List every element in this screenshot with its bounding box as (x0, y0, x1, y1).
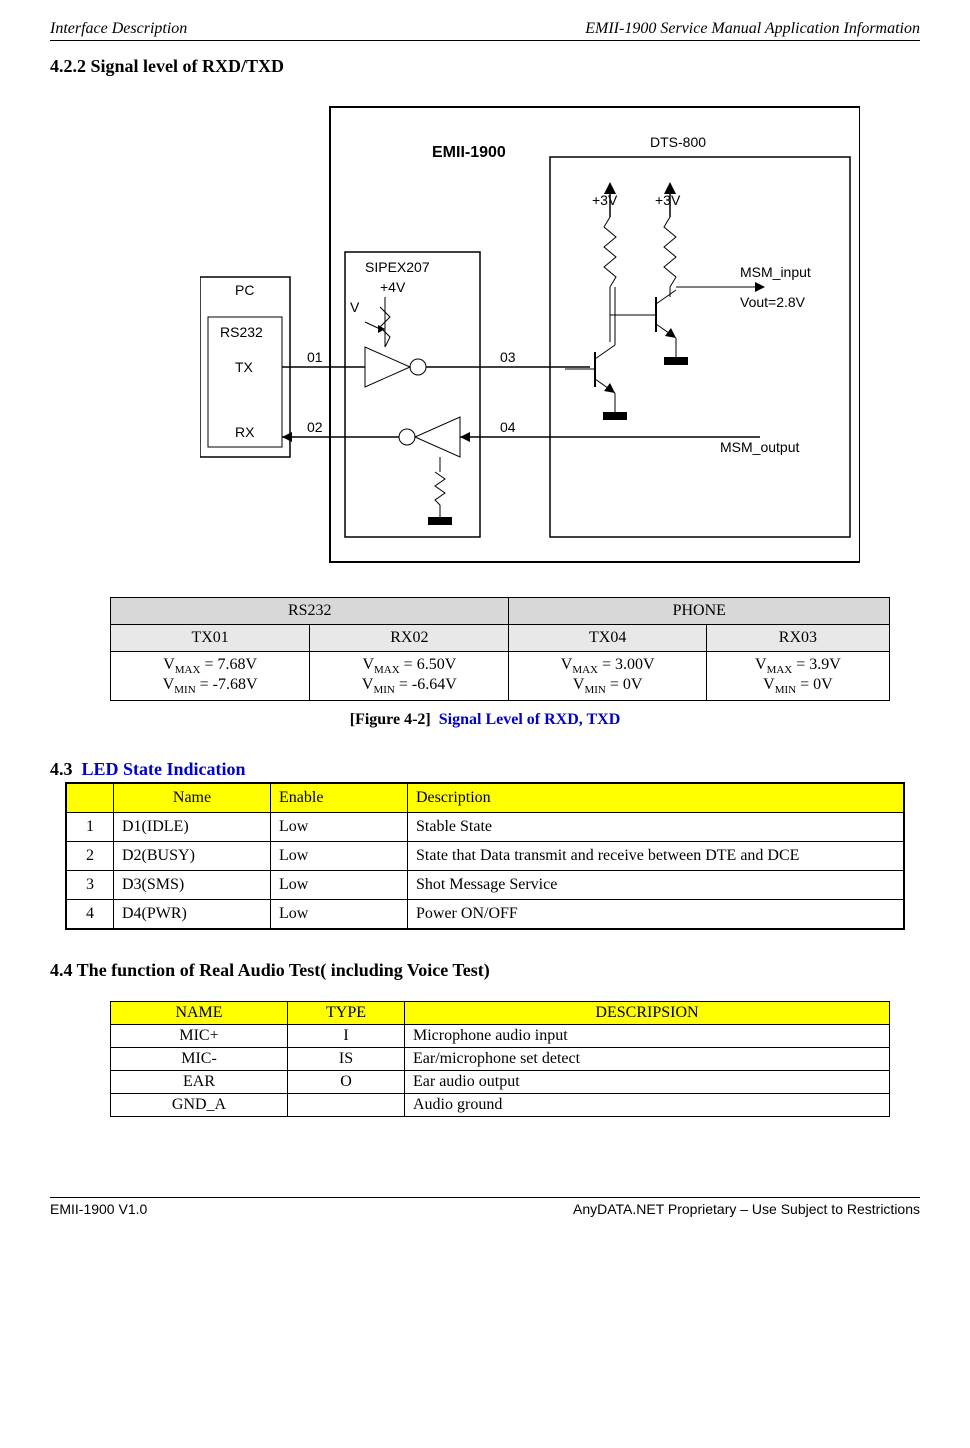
msm-output: MSM_output (720, 439, 799, 455)
emii-label: EMII-1900 (432, 144, 506, 161)
led-hdr-blank (66, 783, 114, 813)
wire-03: 03 (500, 349, 516, 365)
sipex-voltage: +4V (380, 279, 406, 295)
audio-hdr-desc: DESCRIPSION (405, 1002, 890, 1025)
signal-diagram: EMII-1900 PC RS232 TX RX SIPEX207 +4V V (200, 97, 920, 567)
table-row: MIC- IS Ear/microphone set detect (111, 1048, 890, 1071)
table-row: EAR O Ear audio output (111, 1071, 890, 1094)
tx04-values: VMAX = 3.00V VMIN = 0V (509, 652, 706, 701)
table-row: 2 D2(BUSY) Low State that Data transmit … (66, 842, 904, 871)
signal-level-table: RS232 PHONE TX01 RX02 TX04 RX03 VMAX = 7… (110, 597, 890, 701)
rx03-values: VMAX = 3.9V VMIN = 0V (706, 652, 889, 701)
hdr-phone: PHONE (509, 598, 890, 625)
hdr-rx03: RX03 (706, 625, 889, 652)
hdr-tx04: TX04 (509, 625, 706, 652)
v3-right: +3V (655, 192, 681, 208)
hdr-rx02: RX02 (310, 625, 509, 652)
vout: Vout=2.8V (740, 294, 806, 310)
led-hdr-enable: Enable (271, 783, 408, 813)
pc-label: PC (235, 282, 254, 298)
page-header: Interface Description EMII-1900 Service … (50, 20, 920, 41)
tx-label: TX (235, 359, 254, 375)
rs232-label: RS232 (220, 324, 263, 340)
table-row: GND_A Audio ground (111, 1094, 890, 1117)
section-422-heading: 4.2.2 Signal level of RXD/TXD (50, 56, 920, 77)
table-row: 4 D4(PWR) Low Power ON/OFF (66, 900, 904, 930)
led-hdr-desc: Description (408, 783, 905, 813)
header-right: EMII-1900 Service Manual Application Inf… (585, 20, 920, 38)
section-43-heading: 4.3 LED State Indication (50, 759, 920, 780)
led-state-table: Name Enable Description 1 D1(IDLE) Low S… (65, 782, 905, 930)
msm-input: MSM_input (740, 264, 811, 280)
table-row: MIC+ I Microphone audio input (111, 1025, 890, 1048)
audio-hdr-name: NAME (111, 1002, 288, 1025)
rx02-values: VMAX = 6.50V VMIN = -6.64V (310, 652, 509, 701)
dts-label: DTS-800 (650, 134, 706, 150)
sipex-label: SIPEX207 (365, 259, 430, 275)
header-left: Interface Description (50, 20, 187, 38)
wire-02: 02 (307, 419, 323, 435)
figure-4-2-caption: [Figure 4-2] Signal Level of RXD, TXD (50, 711, 920, 729)
rx-label: RX (235, 424, 255, 440)
footer-left: EMII-1900 V1.0 (50, 1201, 147, 1217)
led-hdr-name: Name (114, 783, 271, 813)
tx01-values: VMAX = 7.68V VMIN = -7.68V (111, 652, 310, 701)
section-44-heading: 4.4 The function of Real Audio Test( inc… (50, 960, 920, 981)
v-label: V (350, 299, 360, 315)
hdr-rs232: RS232 (111, 598, 509, 625)
wire-04: 04 (500, 419, 516, 435)
v3-left: +3V (592, 192, 618, 208)
table-row: 1 D1(IDLE) Low Stable State (66, 813, 904, 842)
audio-hdr-type: TYPE (288, 1002, 405, 1025)
audio-test-table: NAME TYPE DESCRIPSION MIC+ I Microphone … (110, 1001, 890, 1117)
page-footer: EMII-1900 V1.0 AnyDATA.NET Proprietary –… (50, 1197, 920, 1217)
table-row: 3 D3(SMS) Low Shot Message Service (66, 871, 904, 900)
footer-right: AnyDATA.NET Proprietary – Use Subject to… (573, 1201, 920, 1217)
wire-01: 01 (307, 349, 323, 365)
hdr-tx01: TX01 (111, 625, 310, 652)
